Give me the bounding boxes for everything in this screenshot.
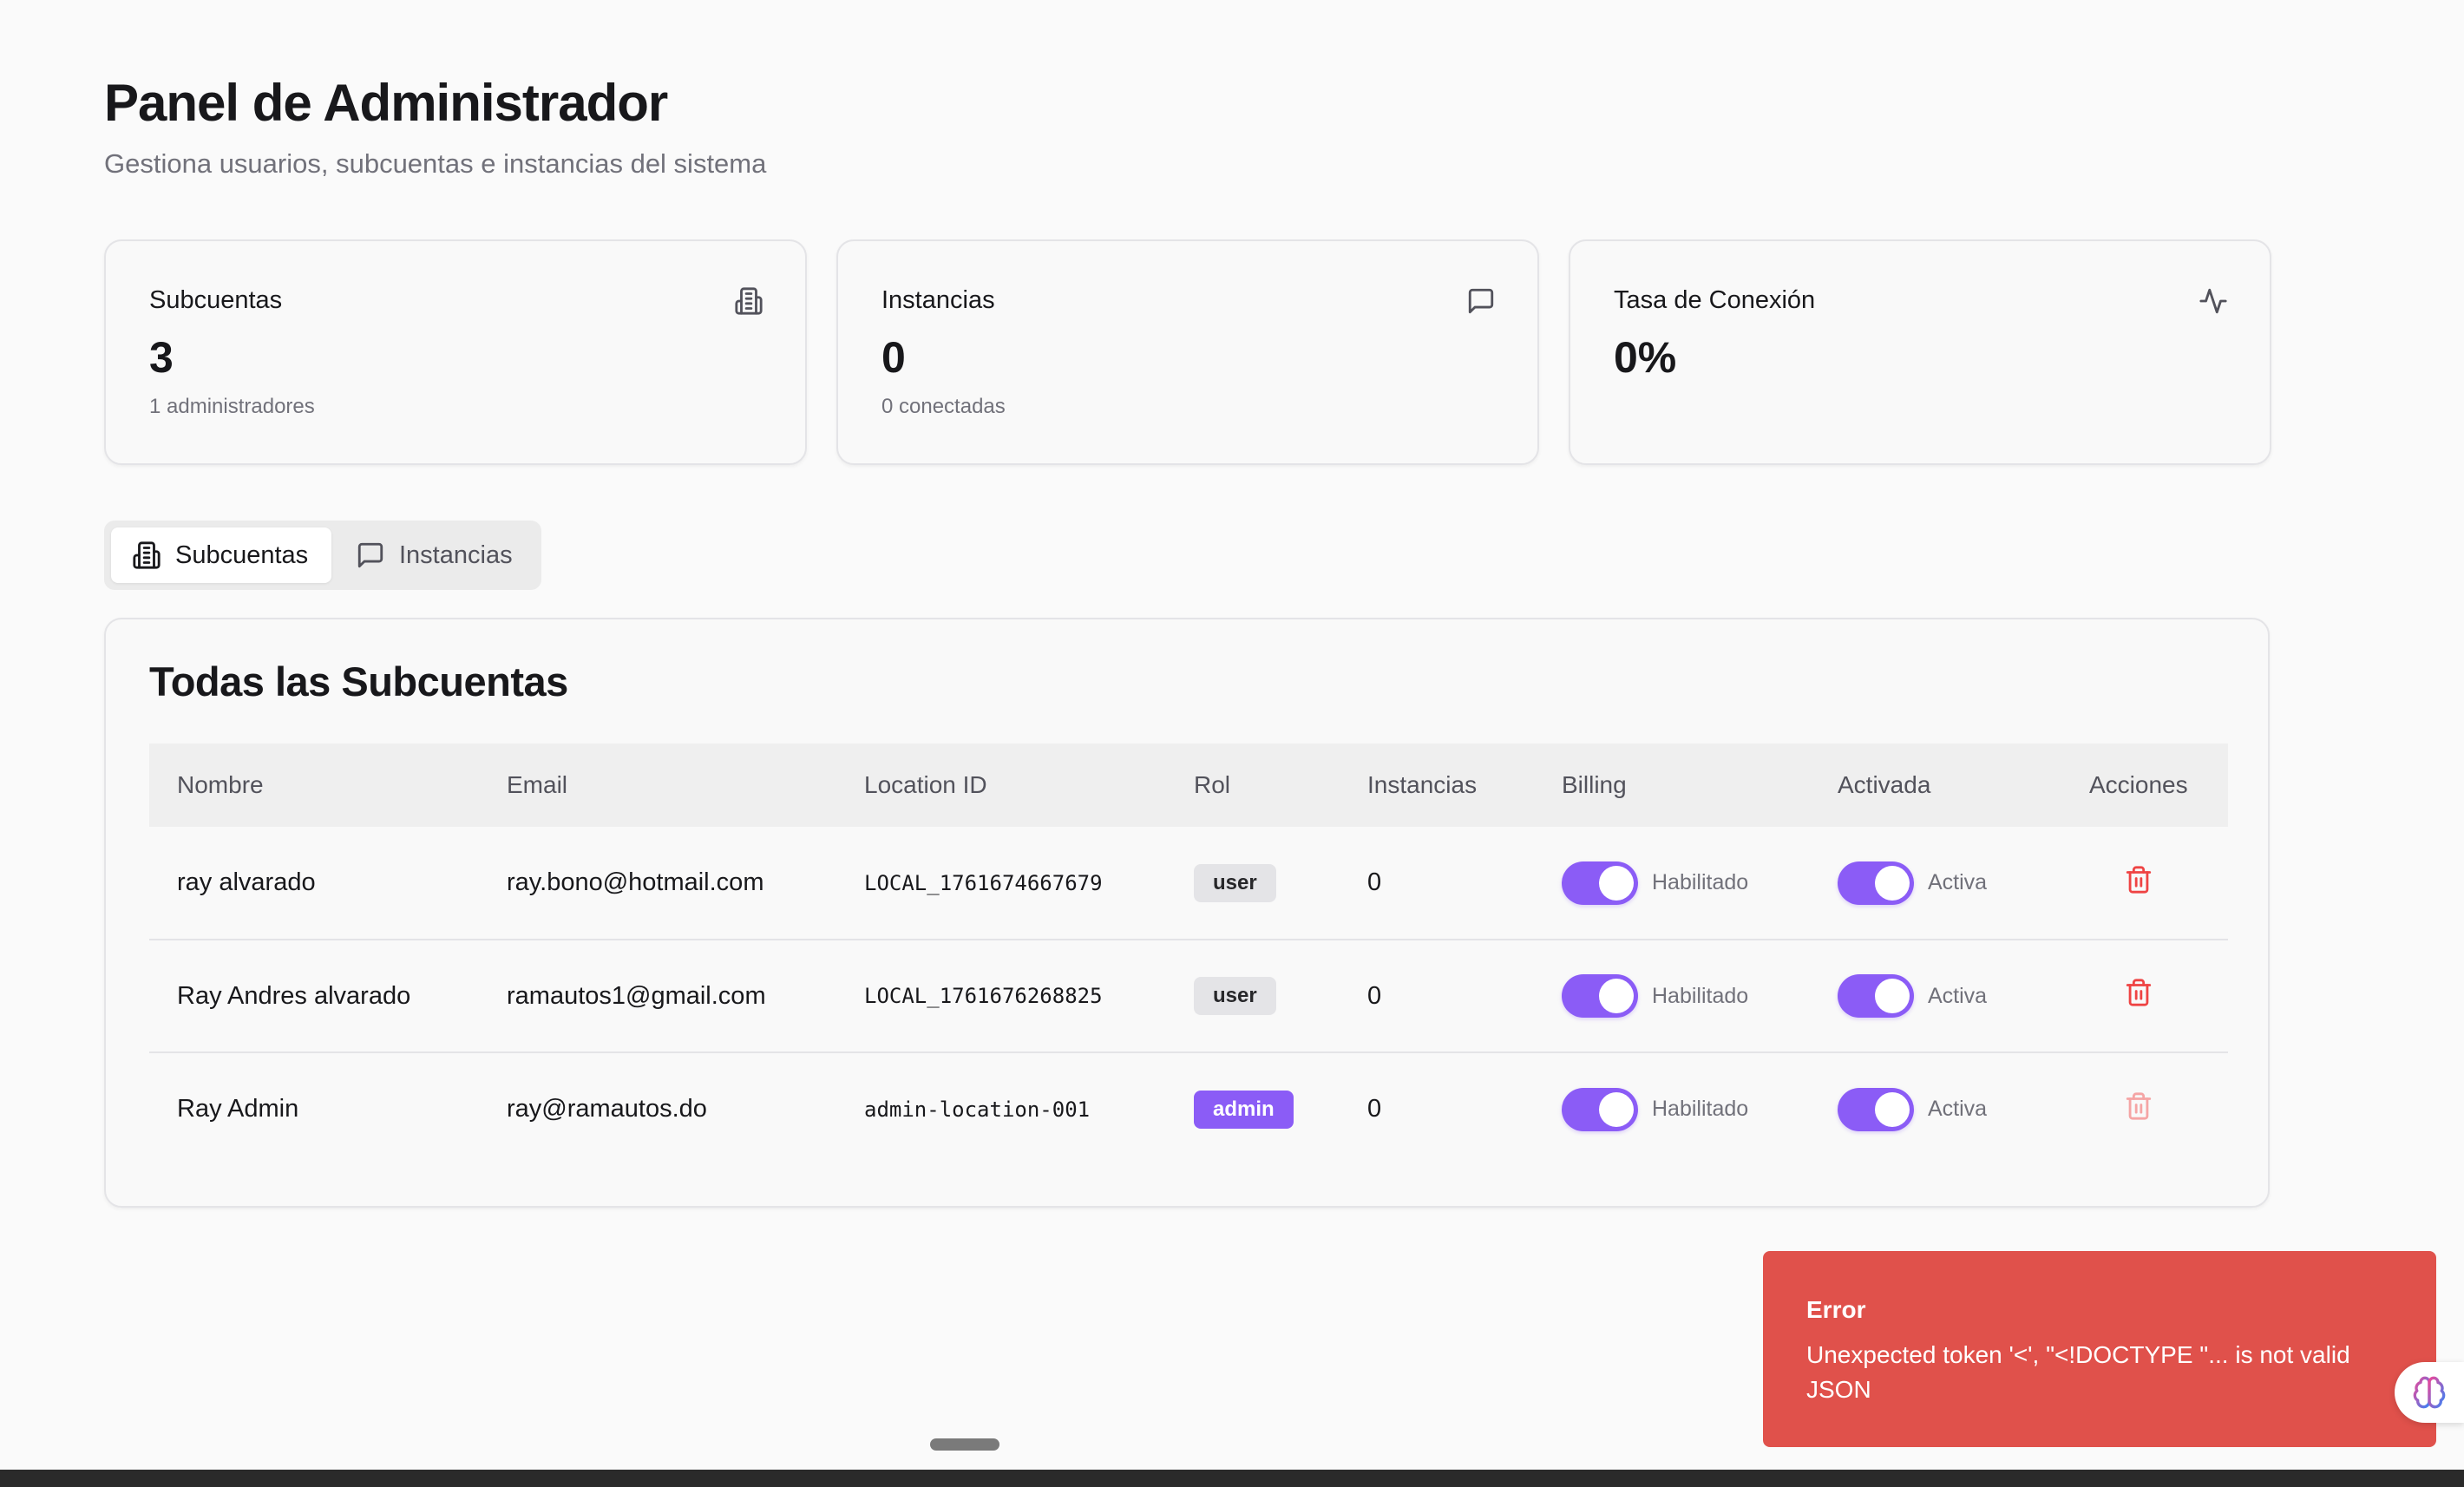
activated-status-label: Activa [1928, 1097, 1988, 1121]
stat-value: 3 [149, 333, 174, 382]
activated-toggle[interactable] [1838, 1087, 1914, 1131]
cell-instances: 0 [1367, 868, 1382, 896]
tab-label: Subcuentas [175, 540, 309, 569]
table-header-row: Nombre Email Location ID Rol Instancias … [149, 744, 2228, 827]
building-icon [734, 286, 763, 316]
cell-billing: Habilitado [1534, 940, 1810, 1052]
billing-toggle[interactable] [1562, 861, 1638, 905]
table-title: Todas las Subcuentas [149, 658, 568, 704]
activity-icon [2199, 286, 2228, 316]
cell-email: ray@ramautos.do [507, 1095, 707, 1123]
table-row: Ray Admin ray@ramautos.do admin-location… [149, 1052, 2228, 1165]
role-badge: user [1194, 863, 1276, 902]
tab-label: Instancias [399, 540, 513, 569]
table-row: Ray Andres alvarado ramautos1@gmail.com … [149, 940, 2228, 1052]
billing-status-label: Habilitado [1652, 870, 1749, 894]
toggle-knob [1599, 1091, 1634, 1127]
trash-icon [2124, 1091, 2153, 1121]
stat-value: 0% [1614, 333, 1677, 382]
column-header-activada[interactable]: Activada [1810, 744, 2061, 827]
stats-row: Subcuentas 3 1 administradores Instancia… [104, 239, 2271, 465]
table-row: ray alvarado ray.bono@hotmail.com LOCAL_… [149, 827, 2228, 940]
cell-instances: 0 [1367, 1095, 1382, 1123]
cell-billing: Habilitado [1534, 1052, 1810, 1165]
toggle-knob [1599, 979, 1634, 1013]
activated-status-label: Activa [1928, 983, 1988, 1008]
stat-label: Subcuentas [149, 286, 283, 314]
column-header-acciones: Acciones [2089, 771, 2188, 798]
cell-instances: 0 [1367, 981, 1382, 1010]
stat-description: 1 administradores [149, 395, 315, 418]
column-header-nombre[interactable]: Nombre [149, 744, 479, 827]
billing-toggle[interactable] [1562, 974, 1638, 1018]
activated-status-label: Activa [1928, 870, 1988, 894]
cell-role: admin [1166, 1052, 1340, 1165]
cell-actions [2061, 1052, 2228, 1165]
error-toast[interactable]: Error Unexpected token '<', "<!DOCTYPE "… [1763, 1251, 2436, 1447]
role-badge: admin [1194, 1090, 1294, 1129]
toggle-knob [1875, 1091, 1910, 1127]
cell-actions [2061, 940, 2228, 1052]
billing-status-label: Habilitado [1652, 1097, 1749, 1121]
cell-email: ramautos1@gmail.com [507, 981, 766, 1010]
cell-activated: Activa [1810, 827, 2061, 940]
stat-card-subcuentas: Subcuentas 3 1 administradores [104, 239, 807, 465]
stat-card-instancias: Instancias 0 0 conectadas [836, 239, 1539, 465]
column-header-instancias[interactable]: Instancias [1340, 744, 1534, 827]
cell-activated: Activa [1810, 1052, 2061, 1165]
cell-name: Ray Admin [177, 1095, 299, 1123]
activated-toggle[interactable] [1838, 861, 1914, 905]
cell-role: user [1166, 940, 1340, 1052]
role-badge: user [1194, 977, 1276, 1015]
cell-actions [2061, 827, 2228, 940]
tab-instancias[interactable]: Instancias [335, 527, 534, 583]
cell-email: ray.bono@hotmail.com [507, 868, 764, 896]
trash-icon[interactable] [2124, 978, 2153, 1007]
trash-icon[interactable] [2124, 865, 2153, 894]
building-icon [133, 541, 161, 569]
cell-role: user [1166, 827, 1340, 940]
cell-name: ray alvarado [177, 868, 316, 896]
stat-label: Tasa de Conexión [1614, 286, 1816, 314]
scroll-handle[interactable] [930, 1438, 999, 1451]
message-square-icon [357, 542, 383, 568]
cell-billing: Habilitado [1534, 827, 1810, 940]
subaccounts-table: Nombre Email Location ID Rol Instancias … [149, 744, 2228, 1165]
cell-activated: Activa [1810, 940, 2061, 1052]
cell-location-id: LOCAL_1761676268825 [864, 984, 1103, 1008]
message-square-icon [1466, 286, 1496, 316]
activated-toggle[interactable] [1838, 974, 1914, 1018]
column-header-billing[interactable]: Billing [1534, 744, 1810, 827]
page-header: Panel de Administrador Gestiona usuarios… [104, 73, 766, 180]
page-title: Panel de Administrador [104, 74, 668, 132]
stat-value: 0 [881, 333, 906, 382]
cell-location-id: LOCAL_1761674667679 [864, 870, 1103, 895]
cell-location-id: admin-location-001 [864, 1097, 1091, 1122]
toast-title: Error [1806, 1296, 1866, 1323]
column-header-rol[interactable]: Rol [1166, 744, 1340, 827]
stat-label: Instancias [881, 286, 995, 314]
column-header-email[interactable]: Email [479, 744, 836, 827]
billing-status-label: Habilitado [1652, 983, 1749, 1008]
toast-message: Unexpected token '<', "<!DOCTYPE "... is… [1806, 1341, 2350, 1403]
column-header-location-id[interactable]: Location ID [836, 744, 1166, 827]
toggle-knob [1875, 979, 1910, 1013]
stat-description: 0 conectadas [881, 395, 1006, 418]
toggle-knob [1875, 865, 1910, 901]
billing-toggle[interactable] [1562, 1087, 1638, 1131]
page-subtitle: Gestiona usuarios, subcuentas e instanci… [104, 148, 767, 179]
tab-list: Subcuentas Instancias [104, 521, 541, 590]
bottom-bar [0, 1470, 2464, 1487]
assistant-button[interactable] [2395, 1362, 2464, 1423]
toggle-knob [1599, 865, 1634, 901]
brain-icon [2413, 1376, 2446, 1409]
stat-card-tasa-conexion: Tasa de Conexión 0% [1569, 239, 2271, 465]
tab-subcuentas[interactable]: Subcuentas [111, 527, 331, 583]
cell-name: Ray Andres alvarado [177, 981, 411, 1010]
subaccounts-card: Todas las Subcuentas Nombre Email Locati… [104, 618, 2270, 1208]
